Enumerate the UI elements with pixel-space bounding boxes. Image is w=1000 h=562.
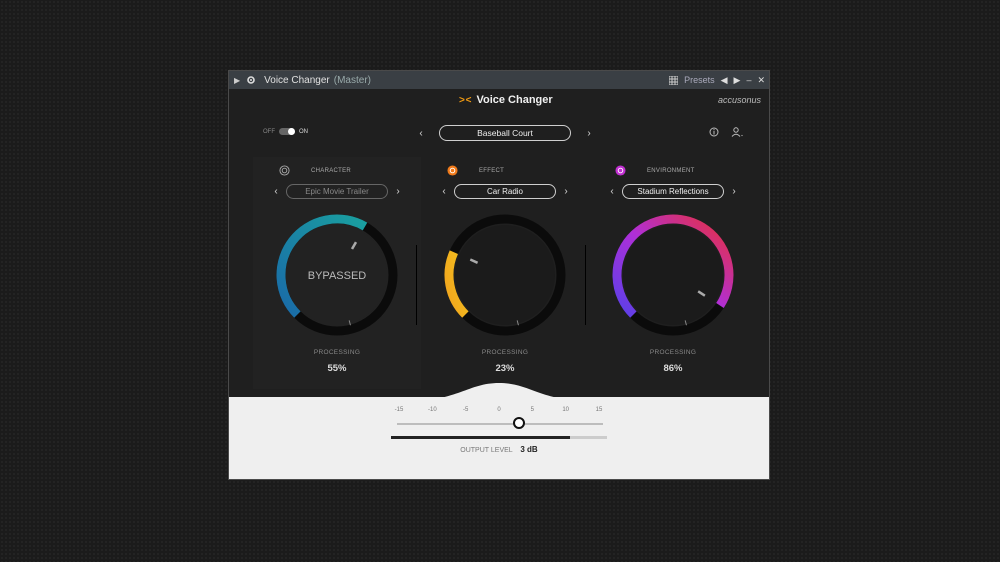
window-titlebar[interactable]: ▶ Voice Changer (Master) Presets ◀ ▶ – ✕ <box>229 71 769 89</box>
output-level-label: OUTPUT LEVEL <box>460 447 513 454</box>
brand: > < Voice Changer <box>459 94 553 106</box>
effect-processing-value: 23% <box>495 363 515 374</box>
user-icon[interactable] <box>731 127 743 137</box>
environment-processing-label: PROCESSING <box>649 349 697 356</box>
effect-power-icon[interactable] <box>447 165 458 176</box>
output-scale-tick: 0 <box>497 407 501 413</box>
preset-prev-icon[interactable]: ‹ <box>417 128 425 139</box>
plugin-header: > < Voice Changer accusonus <box>229 89 769 113</box>
output-scale-tick: -5 <box>462 407 469 413</box>
output-level: OUTPUT LEVEL 3 dB <box>229 445 769 454</box>
environment-title: ENVIRONMENT <box>647 168 695 174</box>
preset-name[interactable]: Baseball Court <box>439 125 571 141</box>
dial-face <box>623 225 723 325</box>
output-scale-tick: -15 <box>394 407 404 413</box>
power-switch[interactable] <box>279 128 295 135</box>
next-preset-icon[interactable]: ▶ <box>734 75 741 86</box>
effect-preset[interactable]: Car Radio <box>454 183 556 199</box>
window-subtitle: (Master) <box>333 74 371 86</box>
output-scale-tick: 5 <box>530 407 534 413</box>
environment-dial[interactable] <box>607 209 739 341</box>
output-meter-fill <box>391 436 571 439</box>
brand-name: Voice Changer <box>476 94 553 106</box>
effect-processing-label: PROCESSING <box>481 349 529 356</box>
environment-power-icon[interactable] <box>615 165 626 176</box>
top-controls: OFF ON ‹ Baseball Court › <box>229 123 769 143</box>
gear-icon[interactable] <box>246 75 256 85</box>
collapse-arrow-icon[interactable]: ▶ <box>234 76 240 85</box>
environment-panel: ENVIRONMENT ‹ Stadium Reflections › PROC… <box>589 157 757 389</box>
character-title: CHARACTER <box>311 168 352 174</box>
effect-prev-icon[interactable]: ‹ <box>440 186 448 197</box>
brand-logo-icon: > < <box>459 94 472 106</box>
output-scale-tick: 15 <box>595 407 603 413</box>
character-preset[interactable]: Epic Movie Trailer <box>286 183 388 199</box>
plugin-window: ▶ Voice Changer (Master) Presets ◀ ▶ – ✕… <box>228 70 770 480</box>
info-icon[interactable] <box>709 127 719 137</box>
character-prev-icon[interactable]: ‹ <box>272 186 280 197</box>
power-toggle[interactable]: OFF ON <box>263 128 308 135</box>
output-scale-tick: -10 <box>427 407 437 413</box>
power-off-label: OFF <box>263 128 275 135</box>
environment-prev-icon[interactable]: ‹ <box>608 186 616 197</box>
output-scale: -15 -10 -5 0 5 10 15 <box>389 407 609 417</box>
environment-next-icon[interactable]: › <box>730 186 738 197</box>
maker-logo: accusonus <box>717 95 761 105</box>
prev-preset-icon[interactable]: ◀ <box>721 75 728 86</box>
effect-next-icon[interactable]: › <box>562 186 570 197</box>
character-power-icon[interactable] <box>279 165 290 176</box>
grid-icon[interactable] <box>669 75 679 85</box>
presets-menu[interactable]: Presets <box>684 75 715 85</box>
dial-face <box>455 225 555 325</box>
preset-next-icon[interactable]: › <box>585 128 593 139</box>
minimize-icon[interactable]: – <box>746 75 751 85</box>
output-slider-track[interactable] <box>397 423 603 425</box>
character-panel: CHARACTER ‹ Epic Movie Trailer › BYPASSE… <box>253 157 421 389</box>
environment-preset[interactable]: Stadium Reflections <box>622 183 724 199</box>
output-slider-handle[interactable] <box>513 417 525 429</box>
dial-status-label: BYPASSED <box>308 270 367 282</box>
power-on-label: ON <box>299 128 308 135</box>
character-processing-value: 55% <box>327 363 347 374</box>
preset-selector: ‹ Baseball Court › <box>417 125 593 141</box>
effect-dial[interactable] <box>439 209 571 341</box>
output-scale-tick: 10 <box>562 407 569 413</box>
output-level-value: 3 dB <box>520 445 538 454</box>
effect-panel: EFFECT ‹ Car Radio › PROCESSING 23% <box>421 157 589 389</box>
plugin-body: > < Voice Changer accusonus OFF ON ‹ Bas… <box>229 89 769 479</box>
character-next-icon[interactable]: › <box>394 186 402 197</box>
character-processing-label: PROCESSING <box>313 349 361 356</box>
panel-divider <box>416 245 417 325</box>
character-dial[interactable]: BYPASSED <box>271 209 403 341</box>
effect-title: EFFECT <box>479 168 505 174</box>
environment-processing-value: 86% <box>663 363 683 374</box>
close-icon[interactable]: ✕ <box>757 75 765 86</box>
panel-divider <box>585 245 586 325</box>
window-title: Voice Changer <box>264 74 330 86</box>
output-meter <box>391 436 607 439</box>
